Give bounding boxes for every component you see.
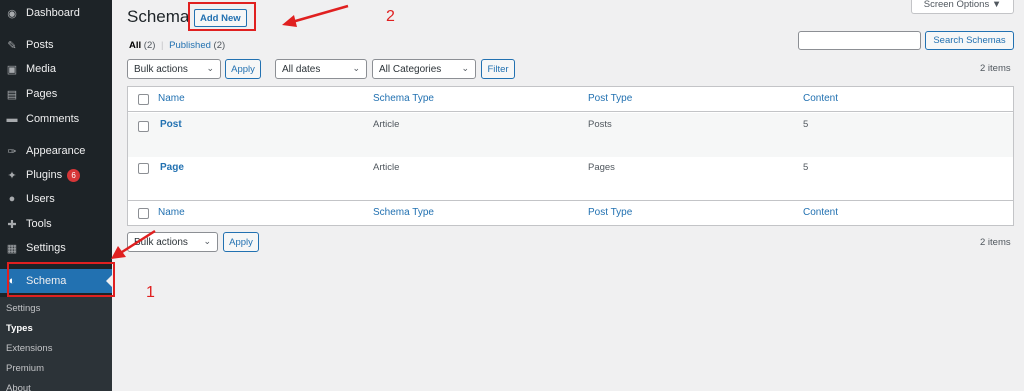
sidebar-item-label: Dashboard (26, 7, 80, 19)
sidebar-item-comments[interactable]: ▬ Comments (0, 108, 112, 130)
arrowhead-icon (282, 15, 297, 27)
view-published-link[interactable]: Published (169, 40, 211, 51)
column-header-schema-type: Schema Type (373, 93, 434, 104)
bulk-actions-value: Bulk actions (134, 236, 188, 248)
plugin-icon: ✦ (7, 169, 17, 182)
row-schema-type: Article (373, 119, 400, 130)
arrow-line-2 (291, 4, 349, 24)
pages-icon: ▤ (6, 88, 18, 101)
sidebar-item-plugins[interactable]: ✦ Plugins 6 (0, 164, 112, 186)
row-content: 5 (803, 119, 809, 130)
status-views: All (2) | Published (2) (129, 40, 225, 51)
comments-icon: ▬ (6, 113, 18, 125)
submenu-item-about[interactable]: About (6, 383, 31, 391)
row-content: 5 (803, 162, 809, 173)
submenu-item-types[interactable]: Types (6, 323, 33, 334)
apply-button[interactable]: Apply (225, 59, 261, 79)
chevron-down-icon: ⌄ (203, 236, 211, 246)
column-header-name[interactable]: Name (158, 93, 185, 104)
row-title-link[interactable]: Post (160, 119, 182, 130)
filter-button[interactable]: Filter (481, 59, 515, 79)
view-published-count: (2) (213, 40, 226, 51)
sidebar-item-users[interactable]: ● Users (0, 188, 112, 210)
sidebar-item-posts[interactable]: ✎ Posts (0, 34, 112, 56)
table-row: Post Article Posts 5 (128, 113, 1013, 157)
sidebar-item-label: Settings (26, 242, 66, 254)
sidebar-item-settings[interactable]: ▦ Settings (0, 237, 112, 259)
bulk-actions-select-bottom[interactable]: Bulk actions ⌄ (127, 232, 218, 252)
apply-button-bottom[interactable]: Apply (223, 232, 259, 252)
annotation-label-2: 2 (386, 8, 395, 25)
date-filter-value: All dates (282, 63, 321, 75)
category-filter-value: All Categories (379, 63, 442, 75)
sidebar-item-tools[interactable]: ✚ Tools (0, 213, 112, 235)
pin-icon: ✎ (7, 39, 17, 52)
items-count-bottom: 2 items (980, 237, 1011, 248)
items-count: 2 items (980, 63, 1011, 74)
sidebar-item-media[interactable]: ▣ Media (0, 58, 112, 80)
arrowhead-icon (111, 246, 126, 259)
column-footer-name[interactable]: Name (158, 207, 185, 218)
row-checkbox[interactable] (138, 163, 149, 174)
sidebar-item-pages[interactable]: ▤ Pages (0, 83, 112, 105)
column-footer-post-type: Post Type (588, 207, 633, 218)
highlight-box-add-new (188, 2, 256, 31)
table-footer-row: Name Schema Type Post Type Content (128, 200, 1013, 225)
highlight-box-schema-menu (7, 262, 115, 297)
search-schemas-button[interactable]: Search Schemas (925, 31, 1014, 50)
sidebar-item-label: Appearance (26, 145, 86, 157)
sidebar-item-appearance[interactable]: ✑ Appearance (0, 140, 112, 162)
sidebar-item-label: Tools (26, 218, 52, 230)
sidebar-item-label: Plugins (26, 169, 63, 181)
media-icon: ▣ (6, 63, 18, 76)
chevron-down-icon: ⌄ (206, 63, 214, 73)
submenu-item-extensions[interactable]: Extensions (6, 343, 52, 354)
table-row: Page Article Pages 5 (128, 157, 1013, 200)
chevron-down-icon: ⌄ (461, 63, 469, 73)
screen-options-button[interactable]: Screen Options ▼ (911, 0, 1014, 14)
page-title: Schema (127, 7, 190, 26)
admin-sidebar: ◉ Dashboard ✎ Posts ▣ Media ▤ Pages ▬ Co… (0, 0, 112, 391)
column-header-content: Content (803, 93, 839, 104)
row-post-type: Pages (588, 162, 615, 173)
column-header-post-type: Post Type (588, 93, 633, 104)
column-footer-content: Content (803, 207, 839, 218)
users-icon: ● (8, 193, 16, 205)
sidebar-item-label: Posts (26, 39, 54, 51)
dashboard-icon: ◉ (7, 7, 17, 20)
bulk-actions-value: Bulk actions (134, 63, 188, 75)
schema-types-table: Name Schema Type Post Type Content Post … (127, 86, 1014, 226)
view-all-count: (2) (143, 40, 156, 51)
sidebar-item-dashboard[interactable]: ◉ Dashboard (0, 2, 112, 24)
row-checkbox[interactable] (138, 121, 149, 132)
sidebar-item-label: Users (26, 193, 55, 205)
update-count-badge: 6 (67, 168, 81, 182)
select-all-checkbox[interactable] (138, 208, 149, 219)
table-header-row: Name Schema Type Post Type Content (128, 87, 1013, 112)
brush-icon: ✑ (7, 145, 17, 158)
category-filter-select[interactable]: All Categories ⌄ (372, 59, 476, 79)
view-separator: | (161, 40, 164, 51)
sidebar-item-label: Comments (26, 113, 80, 125)
chevron-down-icon: ⌄ (352, 63, 360, 73)
row-title-link[interactable]: Page (160, 162, 184, 173)
sidebar-item-label: Media (26, 63, 56, 75)
column-footer-schema-type: Schema Type (373, 207, 434, 218)
sidebar-item-label: Pages (26, 88, 58, 100)
annotation-label-1: 1 (146, 284, 155, 301)
view-all-link[interactable]: All (129, 40, 141, 51)
bulk-actions-select[interactable]: Bulk actions ⌄ (127, 59, 221, 79)
submenu-item-premium[interactable]: Premium (6, 363, 44, 374)
date-filter-select[interactable]: All dates ⌄ (275, 59, 367, 79)
schema-submenu: Settings Types Extensions Premium About (0, 297, 112, 391)
row-schema-type: Article (373, 162, 400, 173)
select-all-checkbox[interactable] (138, 94, 149, 105)
submenu-item-settings[interactable]: Settings (6, 303, 40, 314)
wrench-icon: ✚ (7, 218, 17, 231)
row-post-type: Posts (588, 119, 612, 130)
search-input[interactable] (798, 31, 921, 50)
settings-icon: ▦ (6, 242, 18, 255)
